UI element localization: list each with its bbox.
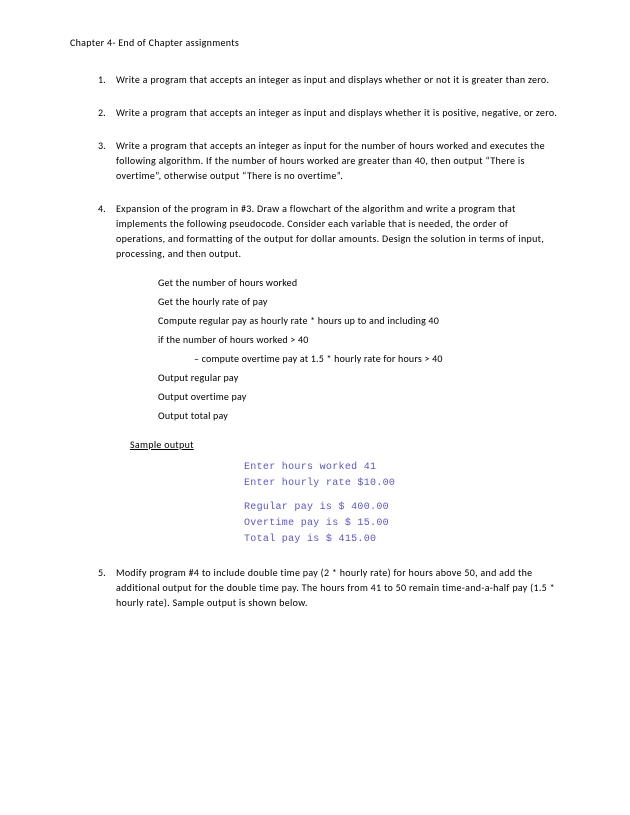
pseudocode-line: if the number of hours worked > 40: [158, 332, 560, 347]
pseudocode-line: Output total pay: [158, 408, 560, 423]
sample-output-line: Enter hours worked 41: [244, 460, 560, 475]
pseudocode-line: – compute overtime pay at 1.5 * hourly r…: [158, 351, 560, 366]
list-item: 2. Write a program that accepts an integ…: [98, 105, 560, 120]
item-text: Expansion of the program in #3. Draw a f…: [116, 202, 544, 260]
pseudocode-line: Output overtime pay: [158, 389, 560, 404]
pseudocode-line: Compute regular pay as hourly rate * hou…: [158, 313, 560, 328]
pseudocode-block: Get the number of hours worked Get the h…: [158, 275, 560, 423]
item-text: Write a program that accepts an integer …: [116, 106, 557, 119]
item-number: 5.: [98, 565, 106, 580]
item-number: 2.: [98, 105, 106, 120]
pseudocode-line: Output regular pay: [158, 370, 560, 385]
list-item: 1. Write a program that accepts an integ…: [98, 72, 560, 87]
item-number: 4.: [98, 201, 106, 216]
item-text: Write a program that accepts an integer …: [116, 73, 549, 86]
sample-output-line: Overtime pay is $ 15.00: [244, 516, 560, 531]
page-title: Chapter 4- End of Chapter assignments: [70, 35, 560, 50]
list-item: 4. Expansion of the program in #3. Draw …: [98, 201, 560, 547]
assignment-list: 1. Write a program that accepts an integ…: [70, 72, 560, 610]
sample-output-line: Total pay is $ 415.00: [244, 532, 560, 547]
sample-output-block: Enter hours worked 41 Enter hourly rate …: [244, 460, 560, 547]
item-number: 3.: [98, 138, 106, 153]
list-item: 3. Write a program that accepts an integ…: [98, 138, 560, 183]
sample-output-heading: Sample output: [130, 437, 560, 452]
sample-output-line: Enter hourly rate $10.00: [244, 476, 560, 491]
pseudocode-line: Get the number of hours worked: [158, 275, 560, 290]
sample-output-line: Regular pay is $ 400.00: [244, 500, 560, 515]
list-item: 5. Modify program #4 to include double t…: [98, 565, 560, 610]
item-text: Modify program #4 to include double time…: [116, 566, 555, 609]
item-text: Write a program that accepts an integer …: [116, 139, 545, 182]
pseudocode-line: Get the hourly rate of pay: [158, 294, 560, 309]
item-number: 1.: [98, 72, 106, 87]
